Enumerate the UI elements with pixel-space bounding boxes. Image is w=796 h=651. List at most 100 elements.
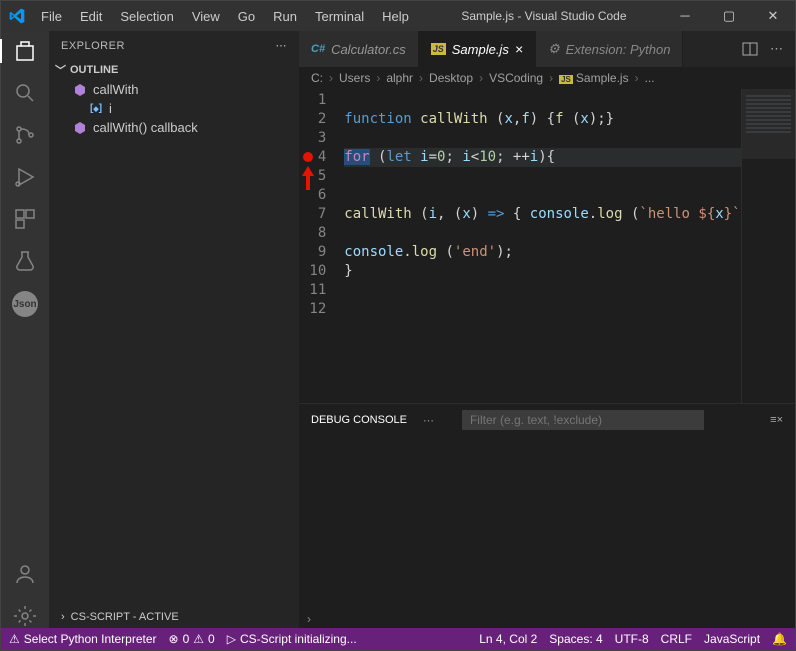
panel-tab-debug-console[interactable]: DEBUG CONSOLE: [311, 414, 407, 426]
outline-item[interactable]: callWith: [49, 80, 299, 99]
testing-icon[interactable]: [13, 249, 37, 273]
minimize-button[interactable]: ─: [671, 8, 699, 24]
code-line[interactable]: callWith (i, (x) => { console.log (`hell…: [344, 205, 740, 224]
menu-terminal[interactable]: Terminal: [307, 5, 372, 28]
vscode-logo-icon: [9, 8, 25, 24]
code-line[interactable]: }: [344, 262, 740, 281]
code-line[interactable]: [344, 281, 740, 300]
menu-help[interactable]: Help: [374, 5, 417, 28]
run-debug-icon[interactable]: [13, 165, 37, 189]
line-number[interactable]: 3: [299, 129, 344, 148]
line-number[interactable]: 8: [299, 224, 344, 243]
panel-more-icon[interactable]: ⋯: [423, 414, 434, 427]
warning-icon: ⚠: [193, 632, 204, 646]
menu-file[interactable]: File: [33, 5, 70, 28]
breakpoint-icon[interactable]: [303, 152, 313, 162]
breadcrumb-segment[interactable]: VSCoding: [489, 71, 543, 85]
line-number[interactable]: 10: [299, 262, 344, 281]
gutter[interactable]: 123456789101112: [299, 89, 344, 403]
code-line[interactable]: function callWith (x,f) {f (x);}: [344, 110, 740, 129]
status-item[interactable]: ⚠Select Python Interpreter: [9, 632, 157, 646]
tab[interactable]: C#Calculator.cs: [299, 31, 419, 67]
window-controls: ─ ▢ ✕: [671, 8, 787, 24]
menu-selection[interactable]: Selection: [112, 5, 181, 28]
error-icon: ⊗: [169, 632, 179, 646]
tab-close-icon[interactable]: ×: [515, 41, 523, 57]
outline-item[interactable]: callWith() callback: [49, 118, 299, 137]
status-item[interactable]: ⊗ 0 ⚠ 0: [169, 632, 215, 646]
menu-go[interactable]: Go: [230, 5, 263, 28]
code-line[interactable]: [344, 91, 740, 110]
cube-icon: [73, 83, 87, 97]
line-number[interactable]: 11: [299, 281, 344, 300]
tab-more-icon[interactable]: ⋯: [770, 41, 783, 57]
breadcrumb-separator-icon: ›: [329, 71, 333, 85]
line-number[interactable]: 5: [299, 167, 344, 186]
status-item[interactable]: UTF-8: [615, 632, 649, 646]
code-line[interactable]: [344, 300, 740, 319]
breadcrumbs[interactable]: C:›Users›alphr›Desktop›VSCoding›JSSample…: [299, 67, 795, 89]
status-item[interactable]: JavaScript: [704, 632, 760, 646]
code-line[interactable]: [344, 224, 740, 243]
account-icon[interactable]: [13, 562, 37, 586]
code-line[interactable]: for (let i=0; i<10; ++i){: [344, 148, 740, 167]
sidebar-more-icon[interactable]: ⋯: [276, 39, 288, 52]
breadcrumb-segment[interactable]: Desktop: [429, 71, 473, 85]
menu-edit[interactable]: Edit: [72, 5, 110, 28]
status-item[interactable]: Spaces: 4: [549, 632, 602, 646]
line-number[interactable]: 12: [299, 300, 344, 319]
notifications-bell-icon[interactable]: 🔔: [772, 632, 787, 646]
js-file-icon: JS: [431, 43, 446, 55]
extension-icon: ⚙: [548, 41, 560, 57]
breadcrumb-separator-icon: ›: [479, 71, 483, 85]
code-content[interactable]: function callWith (x,f) {f (x);} for (le…: [344, 89, 740, 403]
code-line[interactable]: [344, 167, 740, 186]
status-item[interactable]: CRLF: [661, 632, 692, 646]
maximize-button[interactable]: ▢: [715, 8, 743, 24]
breadcrumb-separator-icon: ›: [635, 71, 639, 85]
extensions-icon[interactable]: [13, 207, 37, 231]
line-number[interactable]: 4: [299, 148, 344, 167]
bottom-panel: DEBUG CONSOLE ⋯ ≡× ›: [299, 403, 795, 628]
tab[interactable]: JSSample.js×: [419, 31, 536, 67]
search-icon[interactable]: [13, 81, 37, 105]
editor-body[interactable]: 123456789101112 function callWith (x,f) …: [299, 89, 795, 403]
source-control-icon[interactable]: [13, 123, 37, 147]
status-item[interactable]: ▷CS-Script initializing...: [227, 632, 357, 646]
code-line[interactable]: console.log ('end');: [344, 243, 740, 262]
menu-view[interactable]: View: [184, 5, 228, 28]
panel-filter-input[interactable]: [462, 410, 704, 430]
minimap[interactable]: [741, 89, 795, 403]
outline-item[interactable]: [◆]i: [49, 99, 299, 118]
status-item[interactable]: Ln 4, Col 2: [479, 632, 537, 646]
line-number[interactable]: 9: [299, 243, 344, 262]
code-line[interactable]: [344, 186, 740, 205]
outline-item-label: callWith: [93, 82, 139, 97]
warning-icon: ⚠: [9, 632, 20, 646]
panel-prompt[interactable]: ›: [299, 610, 795, 628]
code-line[interactable]: [344, 129, 740, 148]
line-number[interactable]: 1: [299, 91, 344, 110]
breadcrumb-segment[interactable]: JSSample.js: [559, 71, 628, 85]
json-icon[interactable]: Json: [12, 291, 38, 317]
line-number[interactable]: 7: [299, 205, 344, 224]
tab[interactable]: ⚙Extension: Python: [536, 31, 683, 67]
breadcrumb-segment[interactable]: C:: [311, 71, 323, 85]
settings-gear-icon[interactable]: [13, 604, 37, 628]
outline-section-header[interactable]: ﹀ OUTLINE: [49, 60, 299, 80]
breadcrumb-segment[interactable]: Users: [339, 71, 370, 85]
status-bar: ⚠Select Python Interpreter ⊗ 0 ⚠ 0 ▷CS-Scr…: [1, 628, 795, 650]
explorer-icon[interactable]: [0, 39, 48, 63]
breadcrumb-segment[interactable]: ...: [645, 71, 655, 85]
close-button[interactable]: ✕: [759, 8, 787, 24]
panel-clear-icon[interactable]: ≡×: [770, 414, 783, 426]
outline-label: OUTLINE: [70, 64, 118, 76]
breadcrumb-segment[interactable]: alphr: [386, 71, 413, 85]
collapsed-section[interactable]: › CS-SCRIPT - ACTIVE: [49, 606, 299, 628]
activity-bar: Json: [1, 31, 49, 628]
menu-run[interactable]: Run: [265, 5, 305, 28]
line-number[interactable]: 2: [299, 110, 344, 129]
main-menu: FileEditSelectionViewGoRunTerminalHelp: [33, 5, 417, 28]
split-editor-icon[interactable]: [742, 41, 758, 57]
line-number[interactable]: 6: [299, 186, 344, 205]
